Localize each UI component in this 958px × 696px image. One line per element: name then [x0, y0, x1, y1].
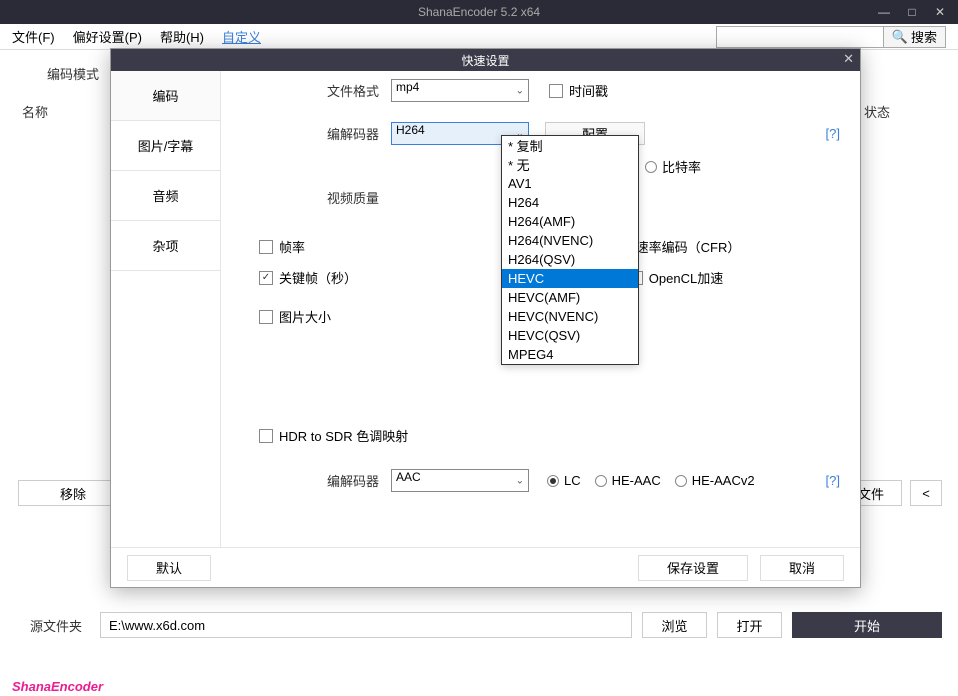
- bottom-row-source: 源文件夹 浏览 打开 开始: [16, 612, 942, 638]
- file-format-value: mp4: [396, 80, 419, 94]
- menu-file[interactable]: 文件(F): [12, 27, 55, 46]
- heaacv2-radio[interactable]: [675, 475, 687, 487]
- name-column-label: 名称: [22, 102, 48, 121]
- timestamp-checkbox[interactable]: [549, 84, 563, 98]
- heaacv2-label: HE-AACv2: [692, 473, 755, 488]
- row-audio-codec: 编解码器 AAC ⌄ LC HE-AAC HE-AACv2 [?]: [241, 469, 840, 492]
- dropdown-item[interactable]: H264: [502, 193, 638, 212]
- row-hdr: HDR to SDR 色调映射: [259, 426, 840, 445]
- titlebar: ShanaEncoder 5.2 x64 — □ ✕: [0, 0, 958, 24]
- search-icon: 🔍: [892, 29, 908, 45]
- row-file-format: 文件格式 mp4 ⌄ 时间戳: [241, 79, 840, 102]
- dropdown-item[interactable]: * 复制: [502, 136, 638, 155]
- titlebar-text: ShanaEncoder 5.2 x64: [418, 5, 540, 19]
- search-button[interactable]: 🔍 搜索: [884, 26, 946, 48]
- start-button[interactable]: 开始: [792, 612, 942, 638]
- source-folder-input[interactable]: [100, 612, 632, 638]
- dialog-body: 编码 图片/字幕 音频 杂项 文件格式 mp4 ⌄ 时间戳 编解码器 H26: [111, 71, 860, 547]
- dialog-footer: 默认 保存设置 取消: [111, 547, 860, 587]
- audio-codec-value: AAC: [396, 470, 421, 484]
- quick-settings-dialog: 快速设置 ✕ 编码 图片/字幕 音频 杂项 文件格式 mp4 ⌄ 时间戳: [110, 48, 861, 588]
- close-button[interactable]: ✕: [926, 0, 954, 24]
- menu-help[interactable]: 帮助(H): [160, 27, 204, 46]
- dialog-content: 文件格式 mp4 ⌄ 时间戳 编解码器 H264 ⌄ 配置 [?]: [221, 71, 860, 547]
- search-area: 🔍 搜索: [716, 26, 946, 48]
- encoding-mode-label: 编码模式: [47, 64, 99, 83]
- video-quality-label: 视频质量: [241, 188, 391, 207]
- lc-label: LC: [564, 473, 581, 488]
- audio-codec-select[interactable]: AAC ⌄: [391, 469, 529, 492]
- framerate-label: 帧率: [279, 237, 305, 256]
- browse-button[interactable]: 浏览: [642, 612, 707, 638]
- menu-preferences[interactable]: 偏好设置(P): [73, 27, 142, 46]
- dialog-sidebar: 编码 图片/字幕 音频 杂项: [111, 71, 221, 547]
- heaac-label: HE-AAC: [612, 473, 661, 488]
- open-button[interactable]: 打开: [717, 612, 782, 638]
- timestamp-label: 时间戳: [569, 81, 608, 100]
- chevron-down-icon: ⌄: [516, 85, 524, 96]
- dropdown-item[interactable]: HEVC(AMF): [502, 288, 638, 307]
- audio-codec-label: 编解码器: [241, 471, 391, 490]
- tab-audio[interactable]: 音频: [111, 171, 220, 221]
- opencl-label: OpenCL加速: [649, 268, 723, 287]
- hdr-label: HDR to SDR 色调映射: [279, 426, 408, 445]
- dropdown-item[interactable]: HEVC(NVENC): [502, 307, 638, 326]
- default-button[interactable]: 默认: [127, 555, 211, 581]
- dropdown-item[interactable]: H264(NVENC): [502, 231, 638, 250]
- bitrate-label: 比特率: [662, 157, 701, 176]
- dropdown-item[interactable]: HEVC: [502, 269, 638, 288]
- hdr-checkbox[interactable]: [259, 429, 273, 443]
- picture-size-checkbox[interactable]: [259, 310, 273, 324]
- source-folder-label: 源文件夹: [16, 616, 90, 635]
- dialog-close-icon[interactable]: ✕: [843, 51, 854, 67]
- dropdown-item[interactable]: H264(QSV): [502, 250, 638, 269]
- dropdown-item[interactable]: * 无: [502, 155, 638, 174]
- heaac-radio[interactable]: [595, 475, 607, 487]
- keyframe-checkbox[interactable]: [259, 271, 273, 285]
- cancel-button[interactable]: 取消: [760, 555, 844, 581]
- picture-size-label: 图片大小: [279, 307, 331, 326]
- bottom-bar: 移除 文件 < 源文件夹 浏览 打开 开始: [0, 608, 958, 676]
- framerate-checkbox[interactable]: [259, 240, 273, 254]
- menu-custom[interactable]: 自定义: [222, 27, 261, 46]
- codec-dropdown-list: * 复制* 无AV1H264H264(AMF)H264(NVENC)H264(Q…: [501, 135, 639, 365]
- chevron-down-icon: ⌄: [516, 475, 524, 486]
- codec-value: H264: [396, 123, 425, 137]
- bitrate-radio[interactable]: [645, 161, 657, 173]
- search-label: 搜索: [911, 27, 937, 46]
- tab-subtitle[interactable]: 图片/字幕: [111, 121, 220, 171]
- save-settings-button[interactable]: 保存设置: [638, 555, 748, 581]
- minimize-button[interactable]: —: [870, 0, 898, 24]
- dropdown-item[interactable]: HEVC(QSV): [502, 326, 638, 345]
- dropdown-item[interactable]: AV1: [502, 174, 638, 193]
- brand-label: ShanaEncoder: [12, 679, 103, 694]
- maximize-button[interactable]: □: [898, 0, 926, 24]
- dialog-titlebar: 快速设置 ✕: [111, 49, 860, 71]
- dropdown-item[interactable]: MPEG4: [502, 345, 638, 364]
- dropdown-item[interactable]: H264(AMF): [502, 212, 638, 231]
- tab-misc[interactable]: 杂项: [111, 221, 220, 271]
- search-input[interactable]: [716, 26, 884, 48]
- help-link-audio[interactable]: [?]: [826, 473, 840, 488]
- menubar: 文件(F) 偏好设置(P) 帮助(H) 自定义 🔍 搜索: [0, 24, 958, 50]
- help-link[interactable]: [?]: [826, 126, 840, 141]
- tab-encode[interactable]: 编码: [111, 71, 220, 121]
- file-format-label: 文件格式: [241, 81, 391, 100]
- status-column-label: 状态: [864, 102, 890, 121]
- dialog-title: 快速设置: [461, 52, 509, 69]
- window-controls: — □ ✕: [870, 0, 954, 24]
- codec-label: 编解码器: [241, 124, 391, 143]
- keyframe-label: 关键帧（秒）: [279, 268, 357, 287]
- footer: ShanaEncoder: [0, 676, 958, 696]
- file-format-select[interactable]: mp4 ⌄: [391, 79, 529, 102]
- lc-radio[interactable]: [547, 475, 559, 487]
